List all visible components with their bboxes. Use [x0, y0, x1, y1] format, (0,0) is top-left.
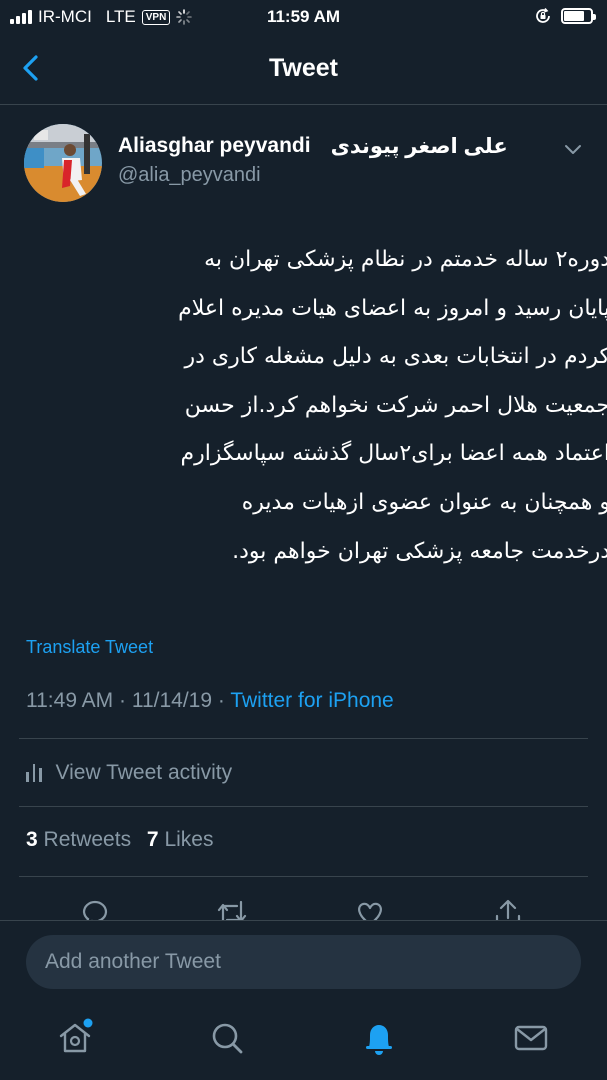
likes-label: Likes — [164, 828, 214, 851]
retweets-stat[interactable]: 3 Retweets — [26, 828, 131, 851]
author-name-fa: علی اصغر پیوندی — [330, 135, 508, 158]
retweet-button[interactable] — [215, 896, 249, 922]
tweet-text-line: دوره۲ ساله خدمتم در نظام پزشکی تهران به — [204, 247, 607, 272]
avatar-image — [24, 124, 102, 202]
like-button[interactable] — [353, 896, 387, 922]
share-icon — [495, 899, 521, 922]
likes-count: 7 — [146, 828, 159, 851]
search-icon — [212, 1023, 243, 1054]
tweet-date: 11/14/19 — [131, 689, 213, 712]
meta-separator: · — [119, 689, 132, 712]
tab-messages[interactable] — [511, 1018, 551, 1058]
tweet-stats: 3 Retweets 7 Likes — [26, 828, 213, 852]
divider — [19, 738, 588, 739]
status-time: 11:59 AM — [266, 7, 341, 26]
home-icon — [59, 1018, 93, 1053]
tweet-options-button[interactable] — [561, 140, 585, 158]
tweet-text-line: جمعیت هلال احمر شرکت نخواهم کرد.از حسن — [184, 392, 607, 418]
status-bar: IR-MCI LTE VPN 11:59 AM — [0, 0, 607, 34]
tweet-meta: 11:49 AM · 11/14/19 · Twitter for iPhone — [26, 689, 394, 713]
tweet-text-line: و همچنان به عنوان عضوی ازهیات مدیره — [241, 489, 607, 515]
add-another-tweet-input[interactable]: Add another Tweet — [26, 935, 581, 989]
view-tweet-activity-button[interactable]: View Tweet activity — [26, 758, 232, 788]
tab-notifications[interactable] — [359, 1018, 399, 1058]
tweet-text-line: اعتماد همه اعضا برای۲سال گذشته سپاسگزارم — [180, 441, 607, 467]
likes-stat[interactable]: 7 Likes — [147, 828, 214, 851]
tab-search[interactable] — [207, 1018, 247, 1058]
meta-separator: · — [217, 689, 231, 712]
tweet-text-line: درخدمت جامعه پزشکی تهران خواهم بود. — [232, 538, 607, 564]
reply-icon — [82, 900, 108, 922]
reply-button[interactable] — [78, 896, 112, 922]
tweet-text-line: پایان رسید و امروز به اعضای هیات مدیره ا… — [178, 295, 607, 321]
heart-icon — [358, 902, 382, 922]
status-right — [533, 6, 596, 26]
tweet-header: Aliasghar peyvandi علی اصغر پیوندی @alia… — [0, 104, 607, 214]
translate-tweet-link[interactable]: Translate Tweet — [26, 637, 153, 658]
share-button[interactable] — [491, 896, 525, 922]
analytics-icon — [26, 764, 42, 782]
page-title: Tweet — [269, 54, 338, 82]
avatar[interactable] — [24, 124, 102, 202]
divider — [19, 806, 588, 807]
tweet-source-link[interactable]: Twitter for iPhone — [230, 689, 393, 712]
retweets-count: 3 — [26, 828, 38, 851]
retweet-icon — [217, 900, 247, 922]
tweet-text-line: کردم در انتخابات بعدی به دلیل مشغله کاری… — [184, 344, 607, 370]
divider — [19, 876, 588, 877]
tweet-text: دوره۲ ساله خدمتم در نظام پزشکی تهران به … — [22, 236, 607, 576]
compose-bar: Add another Tweet — [0, 920, 607, 1003]
author-name-row[interactable]: Aliasghar peyvandi علی اصغر پیوندی — [118, 134, 508, 159]
orientation-lock-icon — [536, 7, 550, 23]
nav-bar: Tweet — [0, 34, 607, 105]
retweets-label: Retweets — [43, 828, 132, 851]
tab-home[interactable] — [55, 1018, 95, 1058]
messages-icon — [514, 1025, 548, 1051]
author-name: Aliasghar peyvandi — [118, 134, 311, 157]
activity-label: View Tweet activity — [55, 761, 233, 784]
battery-icon — [561, 8, 596, 24]
tab-bar — [0, 1002, 607, 1080]
notification-dot — [83, 1018, 93, 1028]
tweet-actions — [0, 892, 607, 922]
chevron-down-icon — [565, 145, 581, 154]
author-handle[interactable]: @alia_peyvandi — [118, 164, 261, 187]
notifications-icon — [366, 1025, 392, 1055]
tweet-time: 11:49 AM — [26, 689, 114, 712]
